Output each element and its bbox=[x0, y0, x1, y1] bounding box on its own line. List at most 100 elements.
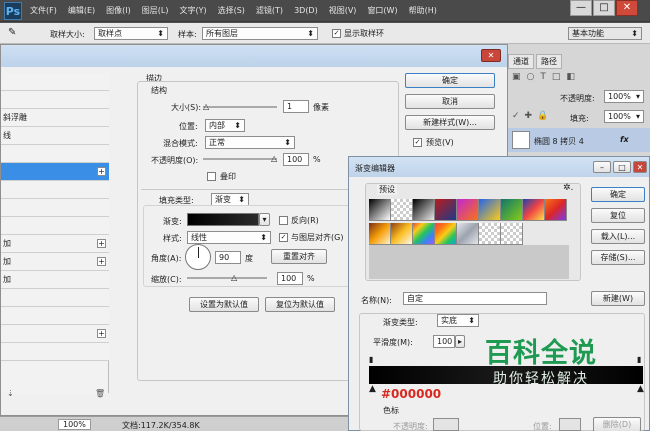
tab-paths[interactable]: 路径 bbox=[536, 54, 562, 69]
size-slider[interactable] bbox=[203, 106, 277, 108]
style-list-item[interactable]: + bbox=[1, 325, 109, 343]
delete-stop-button[interactable]: 删除(D) bbox=[593, 417, 641, 431]
gradient-preset-swatch[interactable] bbox=[391, 199, 413, 221]
style-list-item[interactable] bbox=[1, 145, 109, 163]
menu-item[interactable]: 窗口(W) bbox=[367, 5, 397, 16]
gradient-preset-swatch[interactable] bbox=[457, 223, 479, 245]
minimize-button[interactable]: — bbox=[570, 0, 592, 16]
tab-channels[interactable]: 通道 bbox=[508, 54, 534, 69]
opacity-slider[interactable] bbox=[203, 158, 277, 160]
smoothness-input[interactable]: 100 bbox=[433, 335, 455, 348]
gradient-preview[interactable] bbox=[187, 213, 259, 226]
size-slider-handle[interactable]: △ bbox=[203, 102, 209, 111]
menu-item[interactable]: 3D(D) bbox=[294, 6, 318, 15]
stop-opacity-input[interactable] bbox=[433, 418, 459, 431]
smoothness-dropdown[interactable]: ▸ bbox=[455, 335, 465, 348]
gradient-preset-swatch[interactable] bbox=[457, 199, 479, 221]
ge-ok-button[interactable]: 确定 bbox=[591, 187, 645, 202]
opacity-stop-left[interactable]: ▮ bbox=[369, 355, 373, 364]
overprint-checkbox[interactable] bbox=[207, 172, 216, 181]
style-list-item[interactable] bbox=[1, 289, 109, 307]
opacity-slider-handle[interactable]: △ bbox=[271, 154, 277, 163]
presets-gear-icon[interactable]: ✲. bbox=[563, 183, 573, 193]
style-list-item[interactable]: 加 bbox=[1, 271, 109, 289]
preview-checkbox[interactable]: ✓ bbox=[413, 138, 422, 147]
gradient-preset-swatch[interactable] bbox=[369, 223, 391, 245]
reset-align-button[interactable]: 重置对齐 bbox=[271, 249, 327, 264]
ge-reset-button[interactable]: 复位 bbox=[591, 208, 645, 223]
new-style-button[interactable]: 新建样式(W)... bbox=[405, 115, 495, 130]
menu-item[interactable]: 帮助(H) bbox=[409, 5, 437, 16]
style-list-item[interactable] bbox=[1, 217, 109, 235]
angle-input[interactable]: 90 bbox=[215, 251, 241, 264]
align-layer-checkbox[interactable]: ✓ bbox=[279, 233, 288, 242]
fill-select[interactable]: 100% ▾ bbox=[604, 110, 644, 123]
size-input[interactable]: 1 bbox=[283, 100, 309, 113]
menu-item[interactable]: 选择(S) bbox=[218, 5, 245, 16]
gradient-preset-swatch[interactable] bbox=[369, 199, 391, 221]
scale-slider[interactable] bbox=[187, 277, 267, 279]
sample-size-select[interactable]: 取样点 ⬍ bbox=[94, 27, 168, 40]
sample-select[interactable]: 所有图层 ⬍ bbox=[202, 27, 318, 40]
gradient-preset-swatch[interactable] bbox=[501, 223, 523, 245]
gradient-preset-swatch[interactable] bbox=[391, 223, 413, 245]
scale-input[interactable]: 100 bbox=[277, 272, 303, 285]
ge-minimize-button[interactable]: – bbox=[593, 161, 611, 173]
add-style-icon[interactable]: + bbox=[97, 257, 106, 266]
blend-mode-select[interactable]: 正常 ⬍ bbox=[205, 136, 295, 149]
style-list-item[interactable] bbox=[1, 307, 109, 325]
restore-button[interactable]: □ bbox=[593, 0, 615, 16]
ge-load-button[interactable]: 载入(L)... bbox=[591, 229, 645, 244]
menu-item[interactable]: 文字(Y) bbox=[179, 5, 206, 16]
menu-item[interactable]: 文件(F) bbox=[30, 5, 57, 16]
position-select[interactable]: 内部 ⬍ bbox=[205, 119, 245, 132]
reset-default-button[interactable]: 复位为默认值 bbox=[265, 297, 335, 312]
opacity-stop-right[interactable]: ▮ bbox=[637, 355, 641, 364]
show-ring-checkbox[interactable]: ✓ bbox=[332, 29, 341, 38]
gradient-style-select[interactable]: 线性 ⬍ bbox=[187, 231, 271, 244]
gradient-preset-swatch[interactable] bbox=[479, 223, 501, 245]
menu-item[interactable]: 视图(V) bbox=[329, 5, 357, 16]
style-list-item[interactable] bbox=[1, 181, 109, 199]
ge-save-button[interactable]: 存储(S)... bbox=[591, 250, 645, 265]
lock-icons[interactable]: ✓✚🔒 bbox=[512, 111, 553, 121]
menu-item[interactable]: 图层(L) bbox=[142, 5, 169, 16]
workspace-select[interactable]: 基本功能 ⬍ bbox=[568, 27, 642, 40]
color-stop-right[interactable]: ▲ bbox=[637, 384, 644, 394]
ok-button[interactable]: 确定 bbox=[405, 73, 495, 88]
add-style-icon[interactable]: + bbox=[97, 167, 106, 176]
gradient-preset-swatch[interactable] bbox=[413, 199, 435, 221]
style-list-item[interactable] bbox=[1, 73, 109, 91]
style-list-item[interactable] bbox=[1, 91, 109, 109]
add-style-icon[interactable]: + bbox=[97, 329, 106, 338]
name-input[interactable]: 自定 bbox=[403, 292, 547, 305]
cancel-button[interactable]: 取消 bbox=[405, 94, 495, 109]
style-list-item[interactable] bbox=[1, 343, 109, 361]
gradient-preset-swatch[interactable] bbox=[435, 223, 457, 245]
menu-item[interactable]: 滤镜(T) bbox=[256, 5, 283, 16]
eyedropper-icon[interactable]: ✎ bbox=[8, 27, 20, 39]
menu-item[interactable]: 图像(I) bbox=[106, 5, 131, 16]
style-list-item[interactable]: 斜浮雕 bbox=[1, 109, 109, 127]
gradient-preset-swatch[interactable] bbox=[435, 199, 457, 221]
style-list-item[interactable]: + bbox=[1, 163, 109, 181]
reverse-checkbox[interactable] bbox=[279, 216, 288, 225]
ge-new-button[interactable]: 新建(W) bbox=[591, 291, 645, 306]
add-style-icon[interactable]: + bbox=[97, 239, 106, 248]
style-list-item[interactable] bbox=[1, 199, 109, 217]
layer-row[interactable]: 椭圆 8 拷贝 4 fx bbox=[508, 128, 650, 152]
dialog-close-button[interactable]: ✕ bbox=[481, 49, 501, 62]
gradient-preset-swatch[interactable] bbox=[479, 199, 501, 221]
opacity-select[interactable]: 100% ▾ bbox=[604, 90, 644, 103]
zoom-field[interactable]: 100% bbox=[58, 419, 91, 430]
style-list-item[interactable]: 加 + bbox=[1, 253, 109, 271]
set-default-button[interactable]: 设置为默认值 bbox=[189, 297, 259, 312]
close-button[interactable]: ✕ bbox=[616, 0, 638, 16]
gradient-preset-swatch[interactable] bbox=[545, 199, 567, 221]
gradient-type-select[interactable]: 实底 ⬍ bbox=[437, 314, 479, 327]
opacity-input[interactable]: 100 bbox=[283, 153, 309, 166]
style-list-item[interactable]: 线 bbox=[1, 127, 109, 145]
gradient-dropdown-button[interactable]: ▾ bbox=[259, 213, 270, 226]
menu-item[interactable]: 编辑(E) bbox=[68, 5, 95, 16]
style-list-item[interactable]: 加 + bbox=[1, 235, 109, 253]
